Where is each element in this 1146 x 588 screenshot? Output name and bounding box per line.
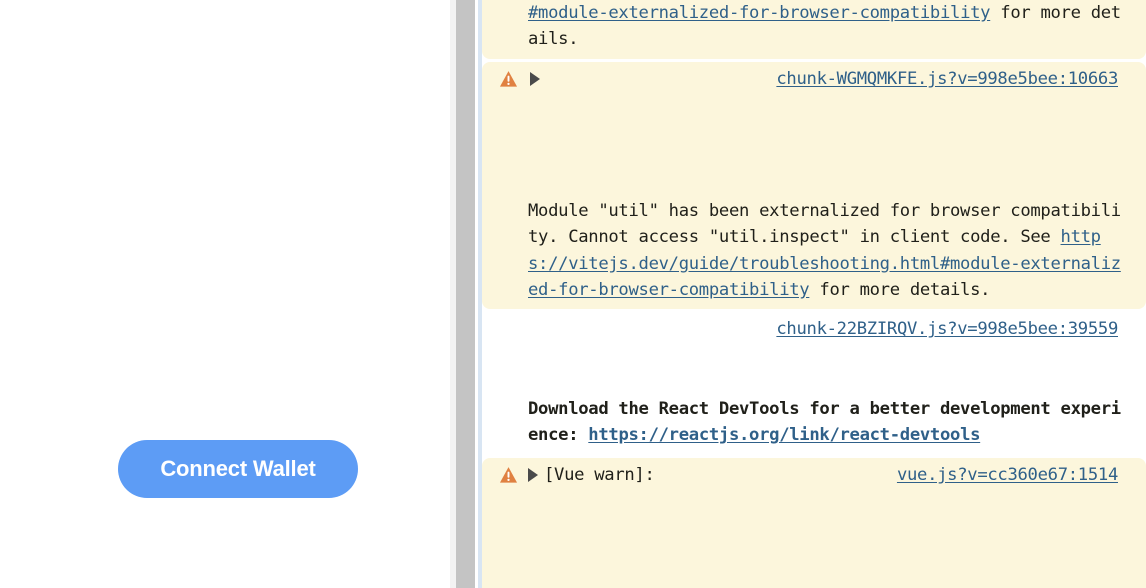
console-message-row[interactable]: #module-externalized-for-browser-compati… <box>482 0 1146 59</box>
console-message-head: [Vue warn]: vue.js?v=cc360e67:1514 <box>482 462 1132 588</box>
message-text: Module "util" has been externalized for … <box>528 200 1121 248</box>
devtools-window: Connect Wallet #module-externalized-for-… <box>0 0 1146 588</box>
source-link-text[interactable]: vue.js?v=cc360e67:1514 <box>897 465 1118 485</box>
console-message-body: #module-externalized-for-browser-compati… <box>482 0 1132 53</box>
link-vite-troubleshooting[interactable]: #module-externalized-for-browser-compati… <box>528 3 940 23</box>
source-link-text[interactable]: chunk-WGMQMKFE.js?v=998e5bee:10663 <box>776 69 1118 89</box>
console-message-body: Download the React DevTools for a better… <box>482 396 1132 449</box>
link-vite-troubleshooting-cont[interactable]: ility <box>940 3 991 23</box>
splitter-drag-handle[interactable] <box>456 0 475 588</box>
source-link: vue.js?v=cc360e67:1514 <box>897 462 1118 488</box>
page-preview-pane: Connect Wallet <box>0 0 450 588</box>
console-message-row[interactable]: chunk-WGMQMKFE.js?v=998e5bee:10663 Modul… <box>482 61 1146 310</box>
source-link-text[interactable]: chunk-22BZIRQV.js?v=998e5bee:39559 <box>776 319 1118 339</box>
connect-wallet-button[interactable]: Connect Wallet <box>118 440 358 498</box>
console-message-head: chunk-WGMQMKFE.js?v=998e5bee:10663 <box>482 66 1132 198</box>
warning-icon <box>499 70 518 87</box>
vue-warn-label: [Vue warn]: <box>544 464 655 485</box>
console-message-list: #module-externalized-for-browser-compati… <box>482 0 1146 588</box>
chevron-right-icon[interactable] <box>526 467 540 483</box>
console-message-row[interactable]: [Vue warn]: vue.js?v=cc360e67:1514 Faile… <box>482 457 1146 588</box>
console-pane[interactable]: #module-externalized-for-browser-compati… <box>478 0 1146 588</box>
chevron-right-icon[interactable] <box>528 71 542 87</box>
console-message-body: Module "util" has been externalized for … <box>482 198 1132 304</box>
warning-icon <box>499 466 518 483</box>
console-message-head: chunk-22BZIRQV.js?v=998e5bee:39559 <box>482 316 1132 395</box>
link-react-devtools[interactable]: https://reactjs.org/link/react-devtools <box>588 425 980 445</box>
source-link: chunk-22BZIRQV.js?v=998e5bee:39559 <box>776 316 1118 342</box>
console-message-row[interactable]: chunk-22BZIRQV.js?v=998e5bee:39559 Downl… <box>482 312 1146 455</box>
source-link: chunk-WGMQMKFE.js?v=998e5bee:10663 <box>776 66 1118 92</box>
devtools-splitter[interactable] <box>450 0 478 588</box>
message-text-tail: for more details. <box>809 280 991 301</box>
